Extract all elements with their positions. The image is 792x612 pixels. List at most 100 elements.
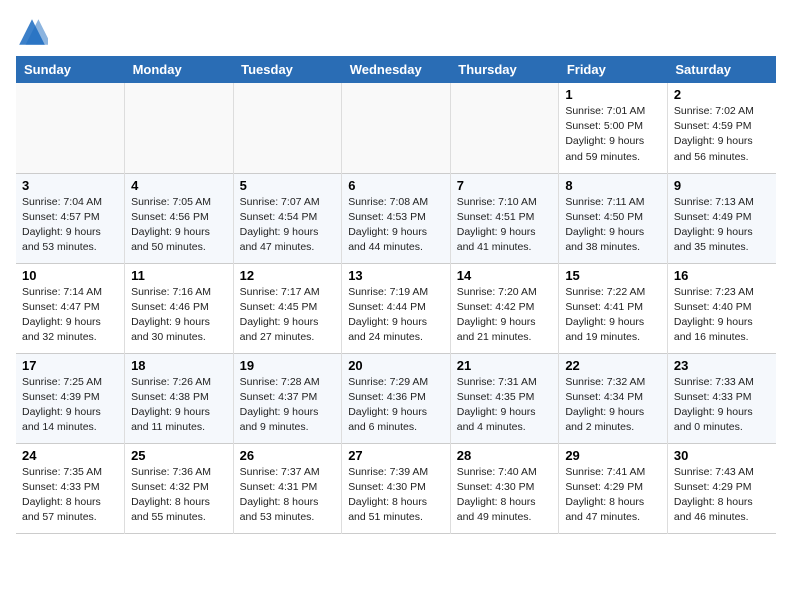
day-info: Sunrise: 7:20 AM Sunset: 4:42 PM Dayligh…	[457, 285, 553, 346]
calendar-cell	[16, 83, 125, 173]
calendar-body: 1Sunrise: 7:01 AM Sunset: 5:00 PM Daylig…	[16, 83, 776, 533]
day-info: Sunrise: 7:07 AM Sunset: 4:54 PM Dayligh…	[240, 195, 336, 256]
weekday-header-friday: Friday	[559, 56, 668, 83]
weekday-header-sunday: Sunday	[16, 56, 125, 83]
calendar-cell: 11Sunrise: 7:16 AM Sunset: 4:46 PM Dayli…	[125, 263, 234, 353]
weekday-header-thursday: Thursday	[450, 56, 559, 83]
day-info: Sunrise: 7:39 AM Sunset: 4:30 PM Dayligh…	[348, 465, 444, 526]
calendar-cell: 20 Sunrise: 7:29 AM Sunset: 4:36 PM Dayli…	[342, 353, 451, 443]
day-number: 27	[348, 448, 444, 463]
day-number: 8	[565, 178, 661, 193]
calendar-cell	[125, 83, 234, 173]
weekday-header-wednesday: Wednesday	[342, 56, 451, 83]
calendar-cell: 16Sunrise: 7:23 AM Sunset: 4:40 PM Dayli…	[667, 263, 776, 353]
day-info: Sunrise: 7:05 AM Sunset: 4:56 PM Dayligh…	[131, 195, 227, 256]
calendar-cell: 1Sunrise: 7:01 AM Sunset: 5:00 PM Daylig…	[559, 83, 668, 173]
calendar-cell	[342, 83, 451, 173]
calendar-cell	[450, 83, 559, 173]
weekday-header-saturday: Saturday	[667, 56, 776, 83]
calendar-week-3: 10 Sunrise: 7:14 AM Sunset: 4:47 PM Dayli…	[16, 263, 776, 353]
calendar-cell: 12 Sunrise: 7:17 AM Sunset: 4:45 PM Dayli…	[233, 263, 342, 353]
calendar-header: SundayMondayTuesdayWednesdayThursdayFrid…	[16, 56, 776, 83]
day-info: Sunrise: 7:31 AM Sunset: 4:35 PM Dayligh…	[457, 375, 553, 436]
day-number: 22	[565, 358, 661, 373]
calendar-cell: 22 Sunrise: 7:32 AM Sunset: 4:34 PM Dayli…	[559, 353, 668, 443]
calendar-cell: 28 Sunrise: 7:40 AM Sunset: 4:30 PM Dayli…	[450, 443, 559, 533]
day-number: 5	[240, 178, 336, 193]
day-number: 16	[674, 268, 770, 283]
day-number: 2	[674, 87, 770, 102]
day-info: Sunrise: 7:25 AM Sunset: 4:39 PM Dayligh…	[22, 375, 118, 436]
day-number: 20	[348, 358, 444, 373]
calendar-cell: 26Sunrise: 7:37 AM Sunset: 4:31 PM Dayli…	[233, 443, 342, 533]
day-info: Sunrise: 7:13 AM Sunset: 4:49 PM Dayligh…	[674, 195, 770, 256]
weekday-header-tuesday: Tuesday	[233, 56, 342, 83]
day-info: Sunrise: 7:35 AM Sunset: 4:33 PM Dayligh…	[22, 465, 118, 526]
calendar-cell: 21 Sunrise: 7:31 AM Sunset: 4:35 PM Dayli…	[450, 353, 559, 443]
logo-icon	[16, 16, 48, 48]
calendar-cell: 5 Sunrise: 7:07 AM Sunset: 4:54 PM Daylig…	[233, 173, 342, 263]
calendar-cell: 19 Sunrise: 7:28 AM Sunset: 4:37 PM Dayli…	[233, 353, 342, 443]
day-info: Sunrise: 7:26 AM Sunset: 4:38 PM Dayligh…	[131, 375, 227, 436]
calendar-week-2: 3 Sunrise: 7:04 AM Sunset: 4:57 PM Daylig…	[16, 173, 776, 263]
day-info: Sunrise: 7:40 AM Sunset: 4:30 PM Dayligh…	[457, 465, 553, 526]
day-number: 13	[348, 268, 444, 283]
day-number: 12	[240, 268, 336, 283]
day-number: 1	[565, 87, 661, 102]
day-info: Sunrise: 7:28 AM Sunset: 4:37 PM Dayligh…	[240, 375, 336, 436]
calendar-cell: 9Sunrise: 7:13 AM Sunset: 4:49 PM Daylig…	[667, 173, 776, 263]
day-number: 3	[22, 178, 118, 193]
day-info: Sunrise: 7:33 AM Sunset: 4:33 PM Dayligh…	[674, 375, 770, 436]
day-number: 29	[565, 448, 661, 463]
day-info: Sunrise: 7:02 AM Sunset: 4:59 PM Dayligh…	[674, 104, 770, 165]
calendar-cell: 30 Sunrise: 7:43 AM Sunset: 4:29 PM Dayli…	[667, 443, 776, 533]
day-number: 21	[457, 358, 553, 373]
calendar-cell: 4 Sunrise: 7:05 AM Sunset: 4:56 PM Daylig…	[125, 173, 234, 263]
calendar-cell: 10 Sunrise: 7:14 AM Sunset: 4:47 PM Dayli…	[16, 263, 125, 353]
day-number: 23	[674, 358, 770, 373]
calendar-cell: 8 Sunrise: 7:11 AM Sunset: 4:50 PM Daylig…	[559, 173, 668, 263]
calendar-week-5: 24 Sunrise: 7:35 AM Sunset: 4:33 PM Dayli…	[16, 443, 776, 533]
day-number: 15	[565, 268, 661, 283]
day-info: Sunrise: 7:14 AM Sunset: 4:47 PM Dayligh…	[22, 285, 118, 346]
day-number: 24	[22, 448, 118, 463]
day-info: Sunrise: 7:41 AM Sunset: 4:29 PM Dayligh…	[565, 465, 661, 526]
calendar-cell: 3 Sunrise: 7:04 AM Sunset: 4:57 PM Daylig…	[16, 173, 125, 263]
day-info: Sunrise: 7:43 AM Sunset: 4:29 PM Dayligh…	[674, 465, 770, 526]
day-info: Sunrise: 7:37 AM Sunset: 4:31 PM Dayligh…	[240, 465, 336, 526]
day-info: Sunrise: 7:29 AM Sunset: 4:36 PM Dayligh…	[348, 375, 444, 436]
day-number: 4	[131, 178, 227, 193]
calendar-cell	[233, 83, 342, 173]
day-number: 28	[457, 448, 553, 463]
calendar-cell: 15 Sunrise: 7:22 AM Sunset: 4:41 PM Dayli…	[559, 263, 668, 353]
day-info: Sunrise: 7:19 AM Sunset: 4:44 PM Dayligh…	[348, 285, 444, 346]
calendar-cell: 25Sunrise: 7:36 AM Sunset: 4:32 PM Dayli…	[125, 443, 234, 533]
weekday-header-monday: Monday	[125, 56, 234, 83]
calendar-cell: 27 Sunrise: 7:39 AM Sunset: 4:30 PM Dayli…	[342, 443, 451, 533]
day-number: 6	[348, 178, 444, 193]
logo	[16, 16, 52, 48]
calendar-week-4: 17 Sunrise: 7:25 AM Sunset: 4:39 PM Dayli…	[16, 353, 776, 443]
calendar-cell: 23 Sunrise: 7:33 AM Sunset: 4:33 PM Dayli…	[667, 353, 776, 443]
day-info: Sunrise: 7:08 AM Sunset: 4:53 PM Dayligh…	[348, 195, 444, 256]
day-info: Sunrise: 7:11 AM Sunset: 4:50 PM Dayligh…	[565, 195, 661, 256]
page-header	[16, 16, 776, 48]
day-number: 11	[131, 268, 227, 283]
calendar-cell: 6 Sunrise: 7:08 AM Sunset: 4:53 PM Daylig…	[342, 173, 451, 263]
day-number: 19	[240, 358, 336, 373]
calendar-cell: 29 Sunrise: 7:41 AM Sunset: 4:29 PM Dayli…	[559, 443, 668, 533]
calendar-cell: 14Sunrise: 7:20 AM Sunset: 4:42 PM Dayli…	[450, 263, 559, 353]
calendar-cell: 13 Sunrise: 7:19 AM Sunset: 4:44 PM Dayli…	[342, 263, 451, 353]
day-number: 7	[457, 178, 553, 193]
day-info: Sunrise: 7:36 AM Sunset: 4:32 PM Dayligh…	[131, 465, 227, 526]
day-info: Sunrise: 7:32 AM Sunset: 4:34 PM Dayligh…	[565, 375, 661, 436]
calendar-table: SundayMondayTuesdayWednesdayThursdayFrid…	[16, 56, 776, 534]
calendar-cell: 18Sunrise: 7:26 AM Sunset: 4:38 PM Dayli…	[125, 353, 234, 443]
day-info: Sunrise: 7:04 AM Sunset: 4:57 PM Dayligh…	[22, 195, 118, 256]
day-info: Sunrise: 7:17 AM Sunset: 4:45 PM Dayligh…	[240, 285, 336, 346]
day-info: Sunrise: 7:22 AM Sunset: 4:41 PM Dayligh…	[565, 285, 661, 346]
day-number: 17	[22, 358, 118, 373]
day-number: 10	[22, 268, 118, 283]
calendar-cell: 7Sunrise: 7:10 AM Sunset: 4:51 PM Daylig…	[450, 173, 559, 263]
day-number: 30	[674, 448, 770, 463]
